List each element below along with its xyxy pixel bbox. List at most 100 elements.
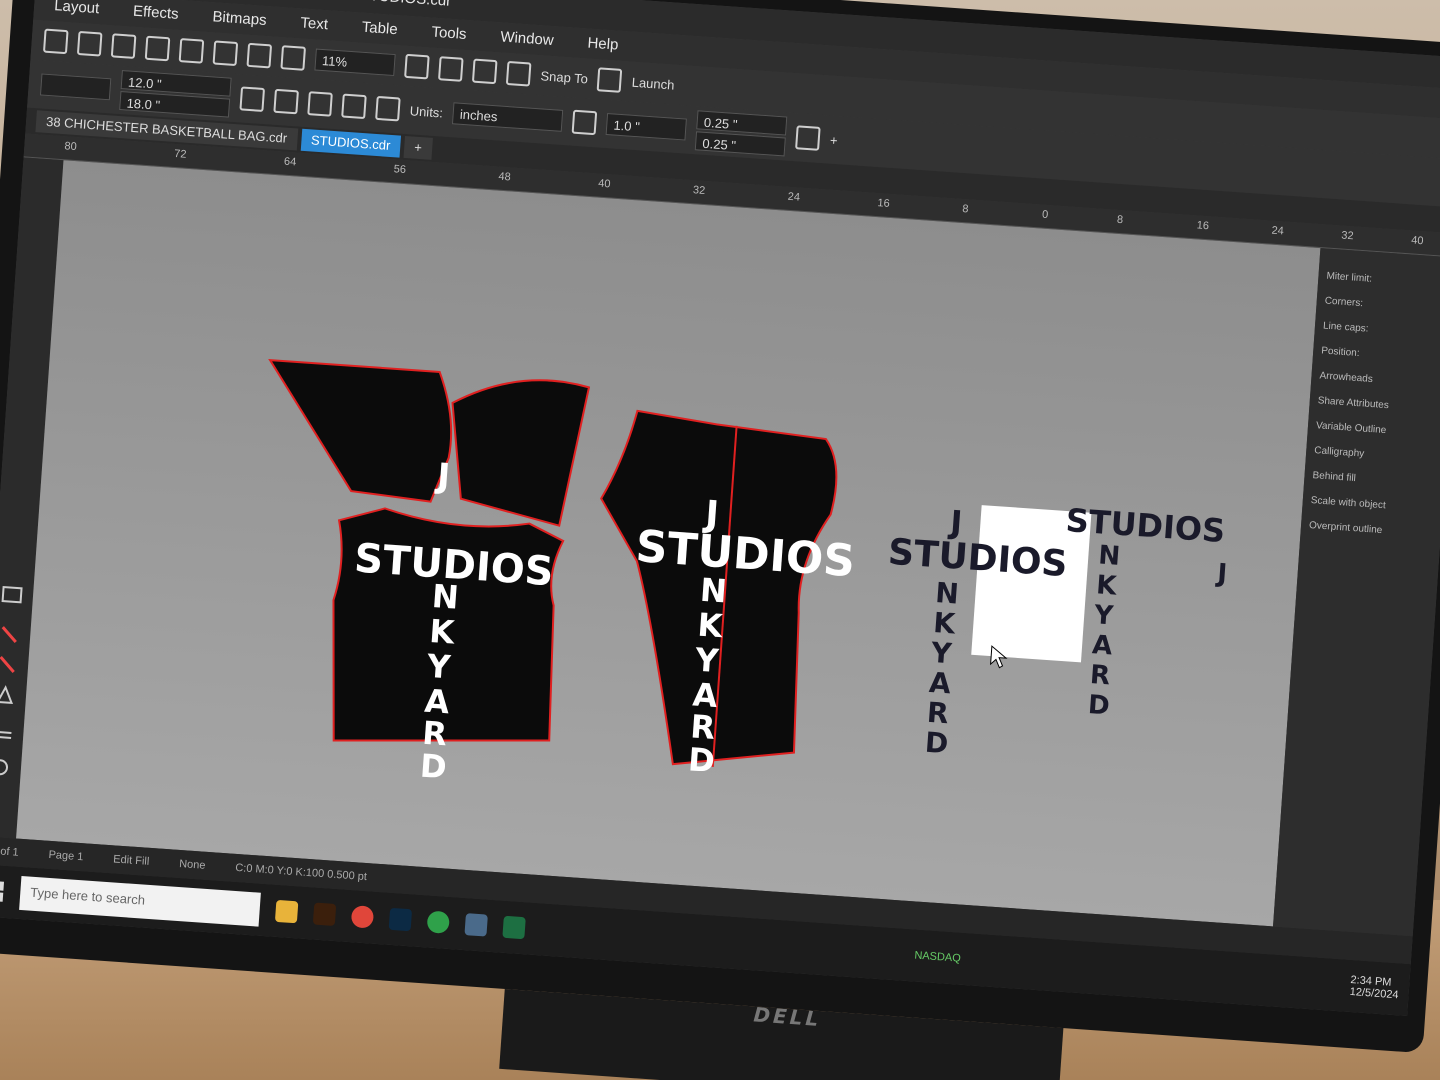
overprint-outline-checkbox[interactable]: Overprint outline: [1309, 520, 1433, 540]
monitor-brand: DELL: [752, 1002, 823, 1032]
loose-letter: R: [1089, 660, 1111, 691]
taskbar-search-input[interactable]: Type here to search: [19, 876, 261, 927]
portrait-icon[interactable]: [273, 88, 299, 115]
units-label: Units:: [409, 102, 444, 121]
miter-limit-label: Miter limit:: [1326, 270, 1373, 285]
page-count: 1 of 1: [0, 845, 20, 859]
artwork[interactable]: J STUDIOS N K Y A R D J STUDIOS N K Y A …: [16, 160, 1320, 926]
zoom-level-field[interactable]: 11%: [314, 48, 396, 77]
nudge-icon: [571, 109, 598, 136]
ruler-label: 8: [1116, 213, 1124, 227]
chrome-icon[interactable]: [350, 905, 375, 929]
menu-table[interactable]: Table: [361, 19, 398, 39]
nudge-distance-field[interactable]: 1.0 ": [605, 113, 688, 141]
ruler-label: 8: [961, 203, 969, 216]
grid-icon[interactable]: [471, 58, 498, 85]
ruler-label: 40: [1410, 234, 1424, 248]
ruler-label: 72: [173, 147, 187, 161]
pdf-icon[interactable]: [280, 45, 307, 71]
menu-bitmaps[interactable]: Bitmaps: [212, 8, 267, 30]
share-attributes-label[interactable]: Share Attributes: [1317, 395, 1440, 415]
body-letter: D: [419, 747, 448, 787]
print-icon[interactable]: [76, 30, 103, 57]
guidelines-icon[interactable]: [505, 60, 532, 87]
loose-letter: Y: [1092, 600, 1115, 631]
ruler-label: 32: [692, 184, 706, 198]
page-tab[interactable]: Page 1: [48, 849, 84, 863]
gear-icon[interactable]: [597, 67, 623, 93]
position-label: Position:: [1320, 345, 1360, 360]
launch-button[interactable]: Launch: [631, 74, 675, 92]
drawing-canvas[interactable]: J STUDIOS N K Y A R D J STUDIOS N K Y A …: [16, 160, 1321, 927]
sleeve-letter: K: [696, 606, 725, 646]
outline-none-indicator[interactable]: None: [179, 858, 206, 872]
hood-right-piece: [451, 379, 591, 527]
undo-icon[interactable]: [144, 35, 171, 62]
calculator-icon[interactable]: [464, 913, 488, 937]
menu-help[interactable]: Help: [587, 34, 619, 54]
import-icon[interactable]: [212, 40, 239, 67]
landscape-icon[interactable]: [307, 91, 333, 117]
ruler-label: 40: [597, 177, 611, 191]
file-explorer-icon[interactable]: [274, 899, 299, 924]
ruler-label: 0: [1041, 208, 1049, 222]
loose-letter: N: [1097, 540, 1121, 571]
menu-effects[interactable]: Effects: [132, 3, 180, 24]
body-letter: K: [428, 612, 457, 652]
system-clock[interactable]: 2:34 PM 12/5/2024: [1349, 974, 1399, 1001]
page-frame-icon[interactable]: [795, 125, 821, 151]
stock-ticker[interactable]: NASDAQ: [914, 949, 961, 964]
menu-layout[interactable]: Layout: [54, 0, 100, 18]
clock-date: 12/5/2024: [1349, 985, 1399, 1002]
excel-icon[interactable]: [502, 915, 526, 940]
color-readout: C:0 M:0 Y:0 K:100 0.500 pt: [234, 861, 368, 884]
add-icon[interactable]: +: [830, 132, 839, 147]
loose-letter: D: [924, 726, 949, 761]
cloud-icon[interactable]: [42, 28, 69, 55]
ruler-label: 48: [498, 170, 512, 184]
windows-start-icon[interactable]: [0, 879, 5, 902]
sleeve-letter: D: [687, 740, 716, 780]
hood-left-piece: [268, 358, 453, 503]
full-screen-icon[interactable]: [404, 53, 430, 80]
all-pages-icon[interactable]: [341, 93, 367, 120]
ruler-label: 32: [1340, 229, 1355, 243]
ruler-label: 80: [64, 140, 78, 154]
scale-with-object-checkbox[interactable]: Scale with object: [1310, 495, 1434, 515]
search-content-icon[interactable]: [178, 38, 205, 64]
photoshop-icon[interactable]: [388, 907, 413, 932]
duplicate-distance: 0.25 " 0.25 ": [694, 110, 788, 157]
menu-window[interactable]: Window: [500, 28, 554, 50]
edit-fill-button[interactable]: Edit Fill: [113, 853, 150, 867]
behind-fill-checkbox[interactable]: Behind fill: [1312, 470, 1436, 490]
snap-to-button[interactable]: Snap To: [540, 68, 588, 86]
ruler-label: 16: [1196, 219, 1210, 233]
loose-letter-right: J: [1214, 559, 1228, 590]
variable-outline-label: Variable Outline: [1315, 420, 1387, 437]
new-tab-icon[interactable]: +: [403, 135, 433, 160]
duplicate-y-field[interactable]: 0.25 ": [694, 131, 787, 157]
copy-icon[interactable]: [110, 33, 137, 59]
arrowheads-label: Arrowheads: [1319, 370, 1374, 386]
loose-letter: D: [1087, 690, 1111, 721]
menu-tools[interactable]: Tools: [431, 24, 467, 44]
scale-icon[interactable]: [239, 86, 266, 113]
loose-letter: A: [1091, 630, 1113, 661]
units-dropdown[interactable]: inches: [452, 102, 564, 132]
loose-vertical-letters: N K Y A R D: [924, 576, 960, 761]
page-size-dropdown[interactable]: [39, 73, 112, 101]
loose-vertical-letters-2: N K Y A R D: [1087, 540, 1121, 721]
rulers-icon[interactable]: [438, 56, 464, 82]
line-caps-label: Line caps:: [1322, 320, 1369, 335]
menu-text[interactable]: Text: [300, 14, 329, 34]
sleeve-letter: N: [699, 571, 728, 611]
body-letter: Y: [425, 647, 453, 687]
export-icon[interactable]: [246, 42, 273, 69]
calligraphy-label: Calligraphy: [1313, 445, 1365, 460]
coreldraw-icon[interactable]: [426, 910, 451, 934]
current-page-icon[interactable]: [375, 95, 401, 122]
ruler-label: 24: [787, 190, 801, 204]
screen: ing\UMAIR CUSTOMER\2024\DECEMBER\05\STUD…: [0, 0, 1440, 1016]
ruler-label: 64: [283, 155, 297, 169]
illustrator-icon[interactable]: [312, 902, 337, 926]
